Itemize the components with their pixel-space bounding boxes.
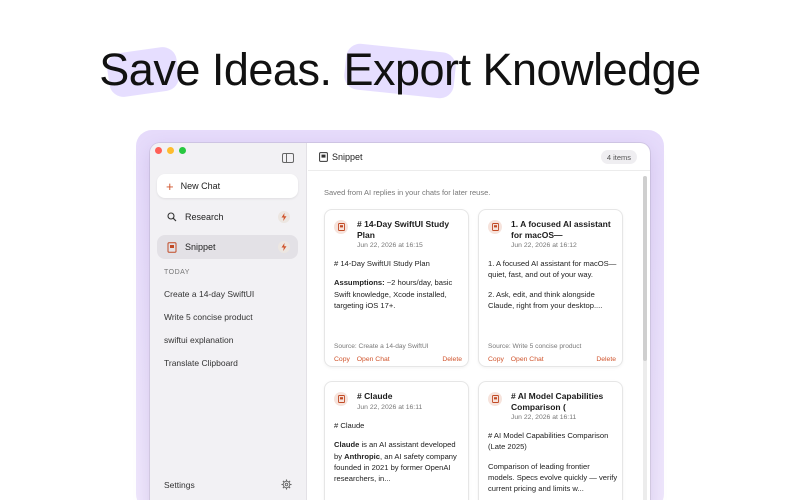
- sidebar-item-label: Snippet: [185, 242, 216, 252]
- snippet-card[interactable]: # 14-Day SwiftUI Study Plan Jun 22, 2026…: [324, 209, 469, 367]
- card-body-bold: Anthropic: [344, 451, 380, 461]
- scrollbar[interactable]: [643, 176, 647, 500]
- app-window: + New Chat Research Snippet TODAY Create…: [150, 143, 650, 500]
- open-chat-button[interactable]: Open Chat: [511, 356, 544, 363]
- open-chat-button[interactable]: Open Chat: [357, 356, 390, 363]
- sidebar-item-snippet[interactable]: Snippet: [157, 235, 298, 259]
- card-body-line: # Claude: [334, 421, 365, 430]
- new-chat-button[interactable]: + New Chat: [157, 174, 298, 198]
- card-body: # AI Model Capabilities Comparison (Late…: [488, 430, 618, 500]
- snippet-icon: [166, 241, 178, 253]
- card-body: # Claude Claude is an AI assistant devel…: [334, 420, 464, 492]
- plus-icon: +: [166, 178, 174, 194]
- delete-button[interactable]: Delete: [442, 356, 462, 363]
- card-body-line: # 14-Day SwiftUI Study Plan: [334, 259, 430, 268]
- snippet-icon: [334, 220, 348, 234]
- history-item[interactable]: Create a 14-day SwiftUI: [164, 289, 254, 299]
- delete-button[interactable]: Delete: [596, 356, 616, 363]
- main-content: Snippet 4 items Saved from AI replies in…: [308, 143, 650, 500]
- card-source: Source: Create a 14-day SwiftUI: [334, 343, 429, 350]
- card-body: 1. A focused AI assistant for macOS—quie…: [488, 258, 618, 319]
- card-body-line: 1. A focused AI assistant for macOS—quie…: [488, 259, 617, 280]
- copy-button[interactable]: Copy: [488, 356, 504, 363]
- snippet-icon: [488, 220, 502, 234]
- card-actions: Copy Open Chat Delete: [488, 356, 616, 363]
- history-item[interactable]: Write 5 concise product: [164, 312, 253, 322]
- settings-link[interactable]: Settings: [164, 480, 195, 490]
- gear-icon[interactable]: [281, 479, 292, 490]
- copy-button[interactable]: Copy: [334, 356, 350, 363]
- card-body-line: Comparison of leading frontier models. S…: [488, 461, 618, 494]
- card-body-line: Claude is an AI assistant developed by A…: [334, 439, 464, 484]
- scrollbar-thumb[interactable]: [643, 176, 647, 361]
- item-count-badge: 4 items: [600, 150, 637, 164]
- snippet-icon: [319, 152, 328, 162]
- magnifier-icon: [166, 211, 178, 223]
- page-title: Snippet: [332, 152, 363, 162]
- snippet-card[interactable]: 1. A focused AI assistant for macOS— Jun…: [478, 209, 623, 367]
- card-actions: Copy Open Chat Delete: [334, 356, 462, 363]
- card-body-line: # AI Model Capabilities Comparison (Late…: [488, 431, 609, 452]
- history-item[interactable]: swiftui explanation: [164, 335, 233, 345]
- snippet-icon: [334, 392, 348, 406]
- snippet-card[interactable]: # AI Model Capabilities Comparison ( Jun…: [478, 381, 623, 500]
- bolt-icon[interactable]: [278, 211, 290, 223]
- page-subtitle: Saved from AI replies in your chats for …: [324, 188, 491, 197]
- hero: Save Ideas. Export Knowledge: [0, 40, 800, 110]
- topbar: Snippet 4 items: [308, 143, 650, 171]
- card-body-line: Assumptions: ~2 hours/day, basic Swift k…: [334, 277, 464, 311]
- sidebar-toggle-icon[interactable]: [282, 153, 294, 163]
- zoom-window-button[interactable]: [179, 147, 186, 154]
- card-body-bold: Assumptions:: [334, 278, 385, 288]
- headline: Save Ideas. Export Knowledge: [99, 44, 701, 95]
- new-chat-label: New Chat: [180, 181, 221, 191]
- card-title: 1. A focused AI assistant for macOS—: [511, 219, 611, 240]
- card-date: Jun 22, 2026 at 16:15: [357, 242, 423, 249]
- sidebar: + New Chat Research Snippet TODAY Create…: [150, 143, 307, 500]
- card-title: # AI Model Capabilities Comparison (: [511, 391, 604, 412]
- minimize-window-button[interactable]: [167, 147, 174, 154]
- history-item[interactable]: Translate Clipboard: [164, 358, 238, 368]
- card-body: # 14-Day SwiftUI Study Plan Assumptions:…: [334, 258, 464, 319]
- card-date: Jun 22, 2026 at 16:11: [511, 414, 577, 421]
- sidebar-item-label: Research: [185, 212, 224, 222]
- close-window-button[interactable]: [155, 147, 162, 154]
- card-title: # Claude: [357, 391, 393, 401]
- card-body-bold: Claude: [334, 440, 360, 450]
- bolt-icon[interactable]: [278, 241, 290, 253]
- section-label-today: TODAY: [164, 269, 190, 276]
- snippet-icon: [488, 392, 502, 406]
- card-source: Source: Write 5 concise product: [488, 343, 582, 350]
- window-controls: [155, 147, 186, 154]
- card-date: Jun 22, 2026 at 16:11: [357, 404, 423, 411]
- card-date: Jun 22, 2026 at 16:12: [511, 242, 577, 249]
- card-title: # 14-Day SwiftUI Study Plan: [357, 219, 450, 240]
- card-body-line: 2. Ask, edit, and think alongside Claude…: [488, 289, 603, 310]
- sidebar-item-research[interactable]: Research: [157, 205, 298, 229]
- snippet-card[interactable]: # Claude Jun 22, 2026 at 16:11 # Claude …: [324, 381, 469, 500]
